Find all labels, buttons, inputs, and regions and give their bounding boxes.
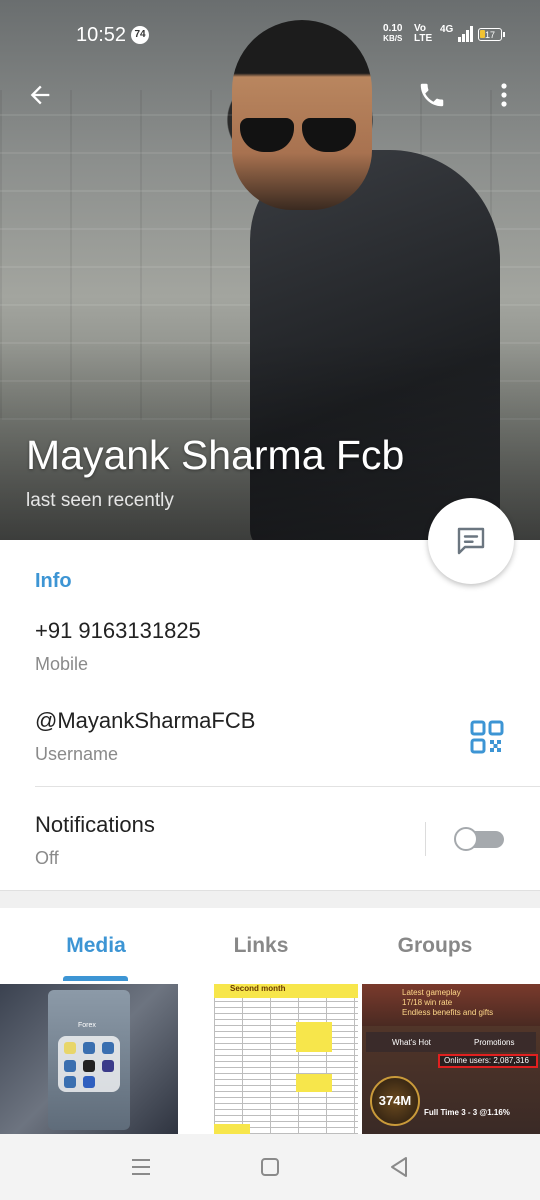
thumb-spreadsheet bbox=[214, 984, 358, 1134]
username[interactable]: @MayankSharmaFCB bbox=[35, 708, 255, 734]
phone-label: Mobile bbox=[35, 654, 89, 674]
media-grid: Forex Second month Latest gameplay 17/18… bbox=[0, 984, 540, 1134]
vertical-divider bbox=[425, 822, 426, 856]
triangle-back-icon bbox=[391, 1157, 407, 1177]
thumb-online-users: Online users: 2,087,316 bbox=[438, 1054, 538, 1068]
more-options-button[interactable] bbox=[482, 73, 526, 117]
tab-links[interactable]: Links bbox=[171, 934, 351, 958]
battery-icon: 17 bbox=[478, 28, 505, 41]
promo-line-1: Latest gameplay bbox=[402, 988, 461, 997]
thumb-folder-label: Forex bbox=[78, 1022, 96, 1029]
media-thumbnail[interactable]: Forex bbox=[0, 984, 178, 1134]
net-speed-value: 0.10 bbox=[383, 23, 403, 34]
thumb-app-folder bbox=[58, 1036, 120, 1092]
promo-line-2: 17/18 win rate bbox=[402, 998, 453, 1007]
last-seen-status: last seen recently bbox=[26, 490, 174, 511]
qr-code-icon bbox=[470, 720, 504, 754]
promo-line-3: Endless benefits and gifts bbox=[402, 1008, 494, 1017]
tab-groups[interactable]: Groups bbox=[345, 934, 525, 958]
home-button[interactable] bbox=[255, 1152, 285, 1182]
info-section: Info +91 9163131825 Mobile @MayankSharma… bbox=[0, 540, 540, 890]
thumb-promo-text: Latest gameplay 17/18 win rate Endless b… bbox=[402, 988, 493, 1018]
photo-sunglasses bbox=[240, 118, 360, 152]
media-thumbnail[interactable]: Latest gameplay 17/18 win rate Endless b… bbox=[362, 984, 540, 1134]
notifications-toggle[interactable] bbox=[454, 827, 504, 851]
network-type: 4G bbox=[440, 24, 454, 35]
notifications-state: Off bbox=[35, 848, 59, 868]
media-tabs: Media Links Groups bbox=[0, 908, 540, 984]
tab-media[interactable]: Media bbox=[6, 934, 186, 958]
username-label: Username bbox=[35, 744, 119, 764]
message-icon bbox=[457, 527, 485, 555]
thumb-sheet-highlight bbox=[214, 1124, 250, 1134]
thumb-sheet-highlight bbox=[296, 1074, 332, 1092]
notifications-label[interactable]: Notifications bbox=[35, 812, 155, 838]
media-thumbnail[interactable]: Second month bbox=[180, 984, 358, 1134]
thumb-tab-hot: What's Hot bbox=[392, 1038, 431, 1047]
thumb-sheet-title: Second month bbox=[230, 984, 286, 993]
thumb-sheet-highlight bbox=[296, 1022, 332, 1052]
send-message-button[interactable] bbox=[428, 498, 514, 584]
thumb-tab-promotions: Promotions bbox=[474, 1038, 515, 1047]
call-button[interactable] bbox=[410, 73, 454, 117]
volte-bottom: LTE bbox=[414, 33, 433, 44]
phone-number[interactable]: +91 9163131825 bbox=[35, 618, 201, 644]
section-gap bbox=[0, 890, 540, 909]
notification-badge: 74 bbox=[131, 26, 149, 44]
back-button[interactable] bbox=[18, 73, 62, 117]
active-tab-indicator bbox=[63, 976, 128, 981]
info-header: Info bbox=[35, 570, 72, 592]
battery-level: 17 bbox=[484, 30, 495, 40]
thumb-coin: 374M bbox=[370, 1076, 420, 1126]
volte-indicator: Vo LTE bbox=[414, 24, 432, 44]
net-speed-unit: KB/S bbox=[383, 34, 403, 43]
section-divider bbox=[35, 786, 540, 787]
system-nav-bar bbox=[0, 1134, 540, 1200]
arrow-left-icon bbox=[30, 85, 50, 105]
signal-icon bbox=[458, 26, 474, 42]
menu-icon bbox=[132, 1159, 150, 1175]
toggle-knob bbox=[454, 827, 478, 851]
back-nav-button[interactable] bbox=[384, 1152, 414, 1182]
thumb-fulltime: Full Time 3 - 3 @1.16% bbox=[424, 1108, 510, 1117]
status-bar: 10:52 74 0.10 KB/S Vo LTE 4G 17 bbox=[0, 0, 540, 70]
status-time: 10:52 bbox=[76, 24, 127, 46]
square-icon bbox=[261, 1158, 279, 1176]
recent-apps-button[interactable] bbox=[126, 1152, 156, 1182]
qr-code-button[interactable] bbox=[470, 720, 504, 754]
phone-icon bbox=[420, 83, 444, 107]
net-speed: 0.10 KB/S bbox=[383, 24, 402, 44]
thumb-tabs-bar: What's Hot Promotions bbox=[366, 1032, 536, 1052]
profile-name: Mayank Sharma Fcb bbox=[26, 432, 405, 478]
more-vertical-icon bbox=[501, 83, 507, 107]
